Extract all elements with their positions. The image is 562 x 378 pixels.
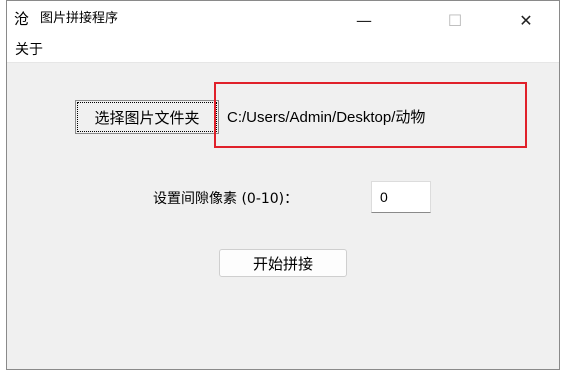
start-stitching-button[interactable]: 开始拼接 — [219, 249, 347, 277]
title-bar[interactable]: 沧 图片拼接程序 — ☐ ✕ — [7, 1, 559, 39]
menu-bar: 关于 — [7, 39, 559, 63]
maximize-icon: ☐ — [447, 10, 463, 30]
menu-item-about[interactable]: 关于 — [11, 42, 47, 59]
maximize-button[interactable]: ☐ — [432, 1, 478, 39]
select-folder-button[interactable]: 选择图片文件夹 — [75, 100, 219, 134]
gap-pixels-label: 设置间隙像素 (0-10)： — [153, 191, 299, 207]
minimize-icon: — — [356, 10, 372, 30]
close-button[interactable]: ✕ — [503, 1, 549, 39]
app-icon: 沧 — [14, 10, 30, 28]
app-window: 沧 图片拼接程序 — ☐ ✕ 关于 选择图片文件夹 C:/Users/Admin… — [6, 0, 560, 370]
folder-path-label: C:/Users/Admin/Desktop/动物 — [227, 109, 426, 126]
minimize-button[interactable]: — — [341, 1, 387, 39]
gap-pixels-input[interactable] — [371, 181, 431, 213]
close-icon: ✕ — [519, 10, 533, 30]
window-title: 图片拼接程序 — [40, 11, 119, 26]
